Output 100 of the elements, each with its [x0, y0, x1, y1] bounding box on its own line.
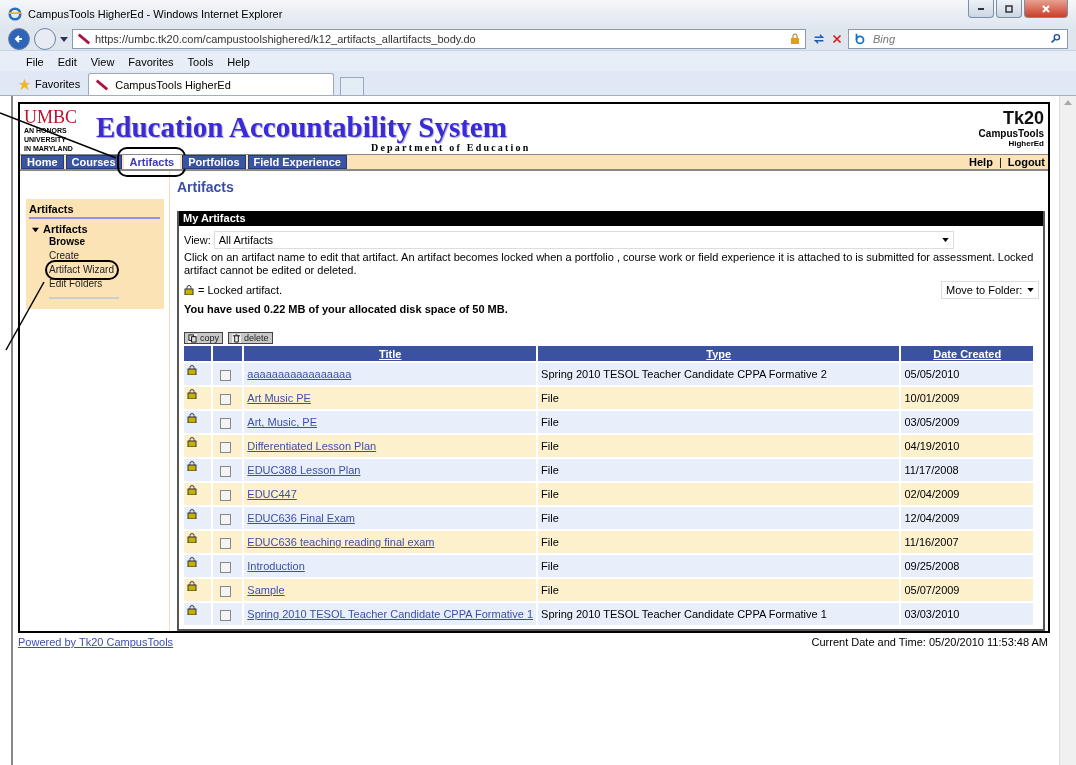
dropdown-arrow-icon	[1027, 288, 1034, 292]
row-checkbox[interactable]	[219, 490, 231, 501]
table-cell: 09/25/2008	[904, 560, 960, 572]
artifact-link[interactable]: aaaaaaaaaaaaaaaaa	[247, 368, 352, 380]
date-time-text: Current Date and Time: 05/20/2010 11:53:48 AM	[811, 636, 1048, 648]
row-checkbox[interactable]	[219, 466, 231, 477]
refresh-icon[interactable]	[812, 32, 826, 46]
favorites-button[interactable]: Favorites	[16, 73, 83, 95]
search-provider-icon	[853, 32, 867, 46]
brand-name: CampusTools	[978, 128, 1044, 139]
caret-icon[interactable]	[60, 36, 68, 42]
site-icon	[77, 32, 91, 46]
table-cell: Spring 2010 TESOL Teacher Candidate CPPA Formative 2	[541, 368, 827, 380]
nav-tab[interactable]: Artifacts	[123, 155, 181, 169]
table-cell: 05/07/2009	[904, 584, 960, 596]
new-tab-button[interactable]	[340, 77, 365, 95]
trash-icon	[232, 333, 241, 343]
lock-icon	[184, 285, 194, 295]
table-cell: File	[541, 584, 559, 596]
expand-icon[interactable]	[32, 225, 39, 233]
info-text: Click on an artifact name to edit that artifact. An artifact becomes locked when a portfolio , course work or field experience it is attached to is submitted for assessment. Locked artifact cannot be edited or deleted.	[184, 251, 1035, 277]
maximize-button[interactable]	[996, 0, 1022, 18]
sidebar-heading: Artifacts	[29, 203, 160, 219]
site-subtitle: Department of Education	[371, 142, 531, 153]
row-checkbox[interactable]	[219, 442, 231, 453]
maximize-icon	[1004, 3, 1014, 14]
sidebar-item[interactable]: Browse	[49, 235, 86, 249]
logout-link[interactable]: Logout	[1007, 156, 1045, 168]
browser-tab[interactable]: CampusTools HigherEd	[88, 73, 335, 95]
column-header[interactable]: Type	[706, 347, 732, 360]
sidebar-item[interactable]: Edit Folders	[49, 277, 103, 291]
table-cell: 12/04/2009	[904, 512, 960, 524]
separator: |	[998, 156, 1002, 168]
search-icon[interactable]	[1049, 32, 1063, 46]
menu-item[interactable]: Help	[227, 56, 250, 68]
column-header[interactable]: Title	[379, 347, 402, 360]
table-cell: File	[541, 560, 559, 572]
back-button[interactable]	[8, 28, 30, 50]
artifact-link[interactable]: Art, Music, PE	[247, 416, 317, 428]
row-checkbox[interactable]	[219, 370, 231, 381]
table-cell: 03/03/2010	[904, 608, 960, 620]
view-label: View:	[184, 234, 211, 246]
stop-icon[interactable]	[830, 32, 844, 46]
artifact-link[interactable]: EDUC636 Final Exam	[247, 512, 355, 524]
row-checkbox[interactable]	[219, 394, 231, 405]
footer-link[interactable]: Powered by Tk20 CampusTools	[18, 636, 174, 648]
artifact-link[interactable]: EDUC388 Lesson Plan	[247, 464, 361, 476]
table-cell: File	[541, 488, 559, 500]
window-title: CampusTools HigherEd - Windows Internet Explorer	[28, 8, 283, 20]
scroll-up-icon[interactable]	[1064, 100, 1072, 105]
move-to-folder-dropdown[interactable]: Move to Folder:	[941, 281, 1039, 299]
table-cell: 11/17/2008	[904, 464, 959, 476]
row-checkbox[interactable]	[219, 610, 231, 621]
sidebar-item[interactable]: Create	[49, 249, 79, 263]
table-cell: File	[541, 536, 559, 548]
row-checkbox[interactable]	[219, 514, 231, 525]
table-cell: File	[541, 512, 559, 524]
table-cell: 04/19/2010	[904, 440, 960, 452]
view-dropdown[interactable]: All Artifacts	[213, 231, 954, 249]
nav-tab[interactable]: Courses	[65, 155, 122, 169]
site-title: Education Accountability System	[96, 112, 507, 142]
artifact-link[interactable]: Art Music PE	[247, 392, 311, 404]
menu-item[interactable]: View	[90, 56, 115, 68]
table-cell: Spring 2010 TESOL Teacher Candidate CPPA Formative 1	[541, 608, 827, 620]
menu-item[interactable]: Edit	[57, 56, 77, 68]
row-checkbox[interactable]	[219, 538, 231, 549]
table-cell: 05/05/2010	[904, 368, 960, 380]
panel-title: My Artifacts	[179, 211, 1043, 226]
row-checkbox[interactable]	[219, 562, 231, 573]
menu-item[interactable]: Tools	[187, 56, 214, 68]
legend-text: = Locked artifact.	[198, 284, 283, 296]
menu-item[interactable]: File	[26, 56, 44, 68]
page-heading: Artifacts	[177, 179, 235, 195]
padlock-icon	[789, 33, 801, 45]
menu-item[interactable]: Favorites	[128, 56, 174, 68]
copy-icon	[188, 333, 197, 343]
address-field[interactable]: https://umbc.tk20.com/campustoolshighered/k12_artifacts_allartifacts_body.do	[72, 29, 806, 49]
logo-text: UMBC	[24, 108, 78, 126]
brand-caption: HigherEd	[1008, 139, 1044, 148]
dropdown-arrow-icon	[941, 238, 949, 242]
artifact-link[interactable]: Sample	[247, 584, 285, 596]
artifact-link[interactable]: Introduction	[247, 560, 305, 572]
table-cell: 10/01/2009	[904, 392, 960, 404]
sidebar-group[interactable]: Artifacts	[43, 223, 88, 235]
help-link[interactable]: Help	[969, 156, 993, 168]
site-icon	[95, 77, 110, 92]
close-button[interactable]	[1024, 0, 1068, 18]
row-checkbox[interactable]	[219, 418, 231, 429]
table-cell: File	[541, 464, 559, 476]
nav-tab[interactable]: Portfolios	[182, 155, 246, 169]
table-cell: 03/05/2009	[904, 416, 960, 428]
minimize-button[interactable]	[968, 0, 994, 18]
table-cell: 02/04/2009	[904, 488, 960, 500]
search-field[interactable]: Bing	[848, 29, 1068, 49]
row-checkbox[interactable]	[219, 586, 231, 597]
close-icon	[1041, 3, 1051, 14]
nav-tab[interactable]: Home	[21, 155, 64, 169]
sidebar-item[interactable]: Artifact Wizard	[49, 263, 114, 277]
artifact-link[interactable]: EDUC447	[247, 488, 297, 500]
nav-tab[interactable]: Field Experience	[247, 155, 347, 169]
